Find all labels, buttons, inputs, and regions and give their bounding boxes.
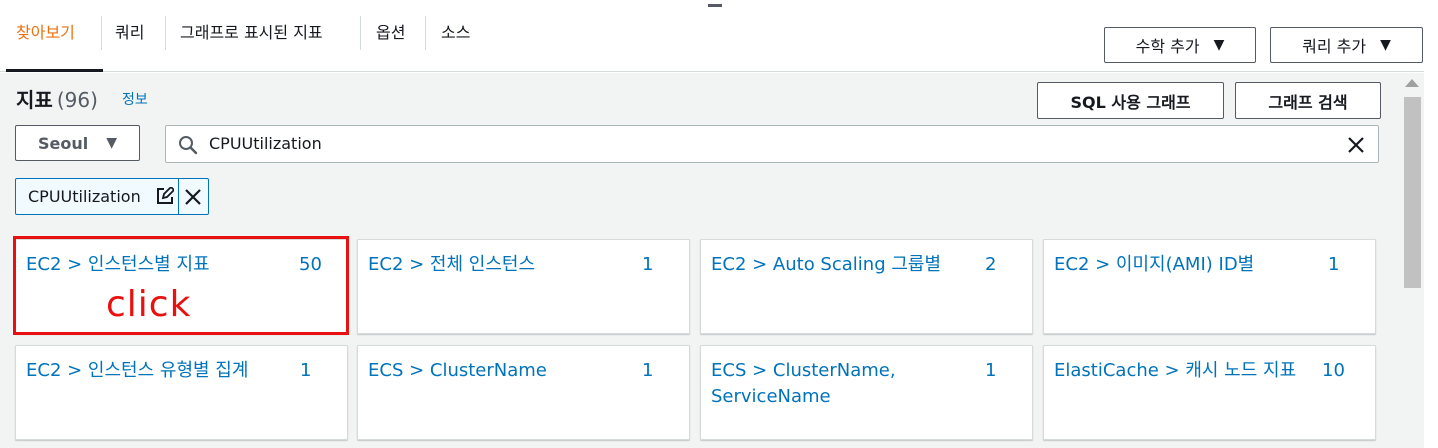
add-math-button[interactable]: 수학 추가 ▼ [1104,27,1256,63]
metrics-title-text: 지표 [16,88,53,112]
card-count: 1 [1328,254,1340,275]
card-count: 1 [642,254,654,275]
metric-card[interactable]: EC2 > 이미지(AMI) ID별 1 [1043,239,1376,334]
region-label: Seoul [37,133,89,153]
tab-options[interactable]: 옵션 [376,19,405,45]
caret-down-icon: ▼ [1380,37,1391,53]
region-select[interactable]: Seoul ▼ [15,125,140,161]
click-annotation: click [106,284,192,325]
tab-query[interactable]: 쿼리 [115,19,144,45]
metric-card[interactable]: ElastiCache > 캐시 노드 지표 10 [1043,345,1376,440]
tab-divider [360,16,361,50]
metrics-title: 지표 (96) [16,84,98,113]
edit-icon[interactable] [156,185,176,209]
page-edge [1424,0,1438,448]
add-query-button[interactable]: 쿼리 추가 ▼ [1270,27,1423,63]
tab-divider [165,16,166,50]
card-count: 1 [985,360,997,381]
scrollbar-thumb[interactable] [1404,97,1421,288]
search-icon [178,135,198,159]
metric-card[interactable]: EC2 > Auto Scaling 그룹별 2 [700,239,1033,334]
card-name: ECS > ClusterName, ServiceName [711,360,896,407]
drag-handle[interactable] [708,4,722,7]
info-link[interactable]: 정보 [122,89,148,109]
graph-with-sql-button[interactable]: SQL 사용 그래프 [1037,82,1224,119]
filter-token: CPUUtilization [15,178,209,215]
card-name: EC2 > 이미지(AMI) ID별 [1054,254,1255,275]
tab-divider [425,16,426,50]
scroll-up-arrow-icon[interactable] [1405,79,1419,87]
card-name: EC2 > Auto Scaling 그룹별 [711,254,942,275]
tab-source[interactable]: 소스 [441,19,470,45]
metric-card[interactable]: EC2 > 인스턴스 유형별 집계 1 [15,345,348,440]
card-count: 2 [985,254,997,275]
card-name: ElastiCache > 캐시 노드 지표 [1054,360,1297,381]
active-tab-indicator [6,69,103,72]
card-count: 1 [642,360,654,381]
card-count: 50 [299,254,322,275]
tab-graphed-metrics[interactable]: 그래프로 표시된 지표 [180,19,323,45]
add-math-label: 수학 추가 [1135,37,1200,56]
search-input[interactable] [209,134,1309,153]
caret-down-icon: ▼ [1213,37,1225,53]
card-count: 1 [300,360,312,381]
search-box[interactable] [165,125,1379,163]
tab-browse[interactable]: 찾아보기 [16,19,75,45]
metric-card[interactable]: ECS > ClusterName, ServiceName 1 [700,345,1033,440]
metric-card[interactable]: EC2 > 전체 인스턴스 1 [357,239,690,334]
filter-token-label: CPUUtilization [28,187,141,206]
card-count: 10 [1322,360,1345,381]
clear-icon[interactable] [1346,135,1366,159]
card-name: EC2 > 인스턴스별 지표 [26,254,210,275]
remove-token-icon[interactable] [183,187,203,211]
add-query-label: 쿼리 추가 [1302,37,1367,56]
graph-search-button[interactable]: 그래프 검색 [1235,82,1381,119]
token-divider [178,179,179,214]
card-name: EC2 > 전체 인스턴스 [368,254,535,275]
metric-card[interactable]: ECS > ClusterName 1 [357,345,690,440]
card-name: EC2 > 인스턴스 유형별 집계 [26,360,249,381]
tab-divider [101,16,102,50]
caret-down-icon: ▼ [106,135,118,151]
card-name: ECS > ClusterName [368,360,547,381]
metrics-count: (96) [56,88,98,112]
